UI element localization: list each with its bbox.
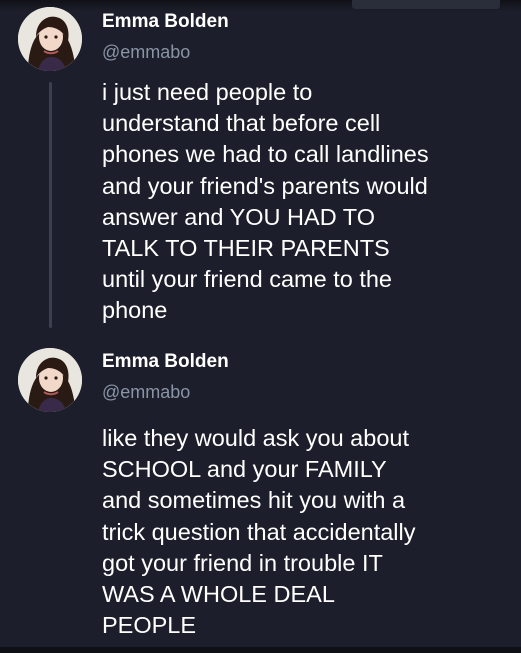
avatar[interactable] <box>18 348 82 412</box>
tweet-text-line: phones we had to call landlines <box>102 141 429 168</box>
tweet-text-line: like they would ask you about <box>102 425 409 451</box>
tweet-text-line: TALK TO THEIR PARENTS <box>102 235 390 262</box>
avatar[interactable] <box>18 7 82 71</box>
tweet-text-line: trick question that accidentally <box>102 518 416 545</box>
tweet-thread-screenshot: Emma Bolden @emmabo i just need people t… <box>0 0 521 653</box>
tweet-text-line: phone <box>102 297 168 324</box>
tweet-text-line: understand that before cell <box>102 110 381 137</box>
author-name[interactable]: Emma Bolden <box>102 11 229 33</box>
bottom-edge <box>0 647 521 653</box>
tweet-text-line: until your friend came to the <box>102 266 392 293</box>
author-handle[interactable]: @emmabo <box>102 42 190 63</box>
author-name[interactable]: Emma Bolden <box>102 351 229 373</box>
tweet-text-line: and sometimes hit you with a <box>102 487 406 514</box>
author-handle[interactable]: @emmabo <box>102 382 190 403</box>
tweet-text-line: WAS A WHOLE DEAL <box>102 581 335 608</box>
thread-connector-line <box>49 82 52 328</box>
tweet-text-line: i just need people to <box>102 79 313 105</box>
tweet-text-line: PEOPLE <box>102 612 197 639</box>
top-bar <box>352 0 500 9</box>
tweet-text: like they would ask you about SCHOOL and… <box>102 423 416 641</box>
tweet-text-line: and your friend's parents would <box>102 172 428 199</box>
avatar-photo-icon <box>18 348 82 412</box>
tweet-text-line: SCHOOL and your FAMILY <box>102 456 387 483</box>
top-edge <box>0 0 521 12</box>
tweet-text-line: answer and YOU HAD TO <box>102 203 375 230</box>
avatar-photo-icon <box>18 7 82 71</box>
tweet-text: i just need people to understand that be… <box>102 77 429 327</box>
tweet-text-line: got your friend in trouble IT <box>102 549 383 576</box>
